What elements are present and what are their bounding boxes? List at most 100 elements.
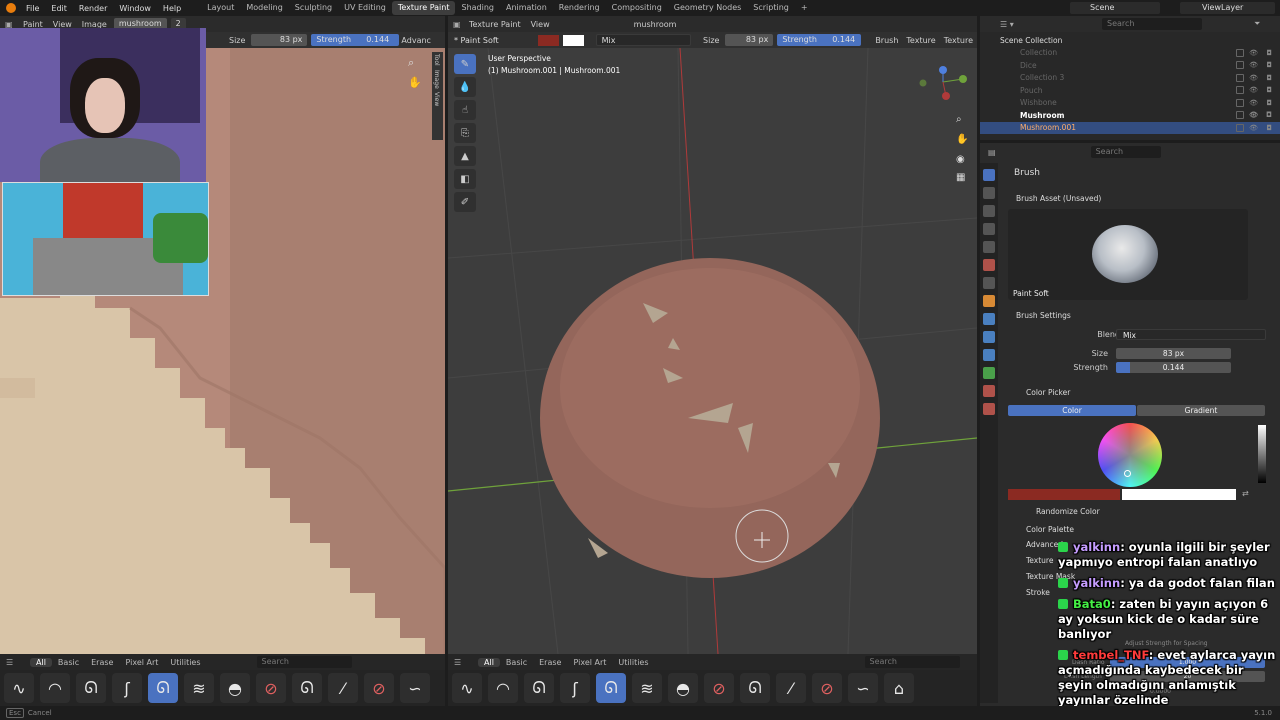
viewport-shelf-tab-erase[interactable]: Erase	[533, 658, 567, 667]
secondary-color-swatch-props[interactable]	[1122, 489, 1236, 500]
tab-compositing[interactable]: Compositing	[606, 1, 668, 15]
menu-render[interactable]: Render	[73, 4, 113, 13]
outliner-item[interactable]: Mushroom.001 👁 ◘	[980, 121, 1280, 134]
scene-tab-icon[interactable]	[983, 241, 995, 253]
render-camera-icon[interactable]: ◘	[1266, 74, 1272, 82]
mask-tool-icon[interactable]: ◧	[454, 169, 476, 189]
brush-thumb[interactable]: ◠	[40, 673, 70, 703]
viewport-brush-menu[interactable]: Brush	[871, 36, 902, 45]
gradient-tab[interactable]: Gradient	[1137, 405, 1265, 416]
image-size-field[interactable]: 83 px	[251, 34, 308, 46]
particles-tab-icon[interactable]	[983, 331, 995, 343]
world-tab-icon[interactable]	[983, 259, 995, 271]
brush-thumb[interactable]: ᘏ	[524, 673, 554, 703]
navigation-gizmo[interactable]	[918, 60, 968, 110]
visibility-eye-icon[interactable]: 👁	[1249, 49, 1258, 57]
menu-file[interactable]: File	[20, 4, 45, 13]
brush-preview-card[interactable]: Paint Soft	[1008, 209, 1248, 300]
outliner-item[interactable]: Dice 👁 ◘	[980, 59, 1280, 72]
stroke-section[interactable]: Stroke	[1026, 588, 1050, 597]
outliner-scene-collection[interactable]: Scene Collection	[980, 34, 1280, 47]
tab-layout[interactable]: Layout	[201, 1, 240, 15]
physics-tab-icon[interactable]	[983, 349, 995, 361]
viewport-shelf-menu-icon[interactable]: ☰	[448, 658, 478, 667]
viewport-strength-field[interactable]: Strength 0.144	[777, 34, 862, 46]
viewport-pan-icon[interactable]: ✋	[956, 134, 968, 145]
swap-colors-icon[interactable]: ⇄	[1242, 489, 1249, 498]
scene-selector[interactable]: Scene	[1070, 2, 1160, 14]
secondary-color-swatch[interactable]	[562, 34, 584, 46]
visibility-eye-icon[interactable]: 👁	[1249, 61, 1258, 69]
exclude-checkbox[interactable]	[1236, 98, 1244, 107]
collection-tab-icon[interactable]	[983, 277, 995, 289]
strength-field[interactable]: 0.144	[1116, 362, 1231, 373]
viewport-editor-type-icon[interactable]: ▣	[448, 20, 464, 29]
tab-uv-editing[interactable]: UV Editing	[338, 1, 392, 15]
tab-texture-paint[interactable]: Texture Paint	[391, 1, 456, 15]
menu-window[interactable]: Window	[113, 4, 157, 13]
exclude-checkbox[interactable]	[1236, 86, 1244, 94]
brush-thumb-erase[interactable]: ⊘	[812, 673, 842, 703]
exclude-checkbox[interactable]	[1236, 123, 1244, 132]
viewport-zoom-icon[interactable]: ⌕	[956, 114, 962, 125]
soften-tool-icon[interactable]: 💧	[454, 77, 476, 97]
brush-thumb[interactable]: ∿	[4, 673, 34, 703]
viewport-blend-dropdown[interactable]: Mix	[595, 34, 692, 46]
visibility-eye-icon[interactable]: 👁	[1249, 124, 1258, 132]
viewport-texture-menu[interactable]: Texture	[902, 36, 939, 45]
tab-geometry-nodes[interactable]: Geometry Nodes	[668, 1, 747, 15]
size-field[interactable]: 83 px	[1116, 348, 1231, 359]
output-tab-icon[interactable]	[983, 205, 995, 217]
brush-thumb[interactable]: ◓	[220, 673, 250, 703]
brush-thumb[interactable]: ⌂	[884, 673, 914, 703]
image-strength-field[interactable]: Strength 0.144	[311, 34, 400, 46]
shelf-tab-all[interactable]: All	[30, 657, 52, 667]
outliner-item[interactable]: Wishbone 👁 ◘	[980, 97, 1280, 110]
exclude-checkbox[interactable]	[1236, 61, 1244, 69]
object-tab-icon[interactable]	[983, 295, 995, 307]
render-camera-icon[interactable]: ◘	[1266, 86, 1272, 94]
menu-help[interactable]: Help	[157, 4, 187, 13]
brush-thumb[interactable]: ≋	[184, 673, 214, 703]
outliner-item[interactable]: Collection 👁 ◘	[980, 47, 1280, 60]
brush-thumb[interactable]: ∿	[452, 673, 482, 703]
zoom-icon[interactable]: ⌕	[408, 56, 414, 70]
properties-search-input[interactable]: Search	[1090, 146, 1161, 158]
value-slider[interactable]	[1258, 425, 1266, 483]
color-palette-section[interactable]: Color Palette	[1026, 525, 1074, 534]
outliner-filter-icon[interactable]: ⏷	[1254, 19, 1260, 29]
shelf-search-input[interactable]: Search	[256, 656, 352, 668]
blender-logo-icon[interactable]	[6, 3, 16, 13]
viewport-object-field[interactable]: mushroom	[629, 20, 682, 29]
shelf-menu-icon[interactable]: ☰	[0, 658, 30, 667]
color-tab[interactable]: Color	[1008, 405, 1136, 416]
modifier-tab-icon[interactable]	[983, 313, 995, 325]
brush-settings-header[interactable]: Brush Settings	[1016, 311, 1071, 320]
outliner-item[interactable]: Pouch 👁 ◘	[980, 84, 1280, 97]
render-camera-icon[interactable]: ◘	[1266, 61, 1272, 69]
data-tab-icon[interactable]	[983, 367, 995, 379]
render-camera-icon[interactable]: ◘	[1266, 111, 1272, 119]
brush-thumb[interactable]: ᘏ	[740, 673, 770, 703]
viewport-mode-dropdown[interactable]: Texture Paint	[464, 20, 526, 29]
visibility-eye-icon[interactable]: 👁	[1249, 74, 1258, 82]
primary-color-swatch[interactable]	[1008, 489, 1120, 500]
brush-thumb[interactable]: ʃ	[560, 673, 590, 703]
add-workspace-button[interactable]: +	[795, 1, 814, 15]
shelf-tab-basic[interactable]: Basic	[52, 658, 85, 667]
annotate-tool-icon[interactable]: ✐	[454, 192, 476, 212]
outliner-display-mode-icon[interactable]: ☰ ▾	[1000, 20, 1100, 29]
tab-animation[interactable]: Animation	[500, 1, 553, 15]
tab-sculpting[interactable]: Sculpting	[289, 1, 338, 15]
color-picker-header[interactable]: Color Picker	[1026, 388, 1070, 397]
viewlayer-selector[interactable]: ViewLayer	[1180, 2, 1275, 14]
smear-tool-icon[interactable]: ☝	[454, 100, 476, 120]
camera-view-icon[interactable]: ◉	[956, 154, 965, 165]
viewport-view-menu[interactable]: View	[526, 20, 555, 29]
render-camera-icon[interactable]: ◘	[1266, 99, 1272, 107]
blend-dropdown[interactable]: Mix	[1116, 329, 1266, 340]
exclude-checkbox[interactable]	[1236, 48, 1244, 57]
render-tab-icon[interactable]	[983, 187, 995, 199]
viewport-texture-mask-menu[interactable]: Texture	[940, 36, 977, 45]
visibility-eye-icon[interactable]: 👁	[1249, 111, 1258, 119]
